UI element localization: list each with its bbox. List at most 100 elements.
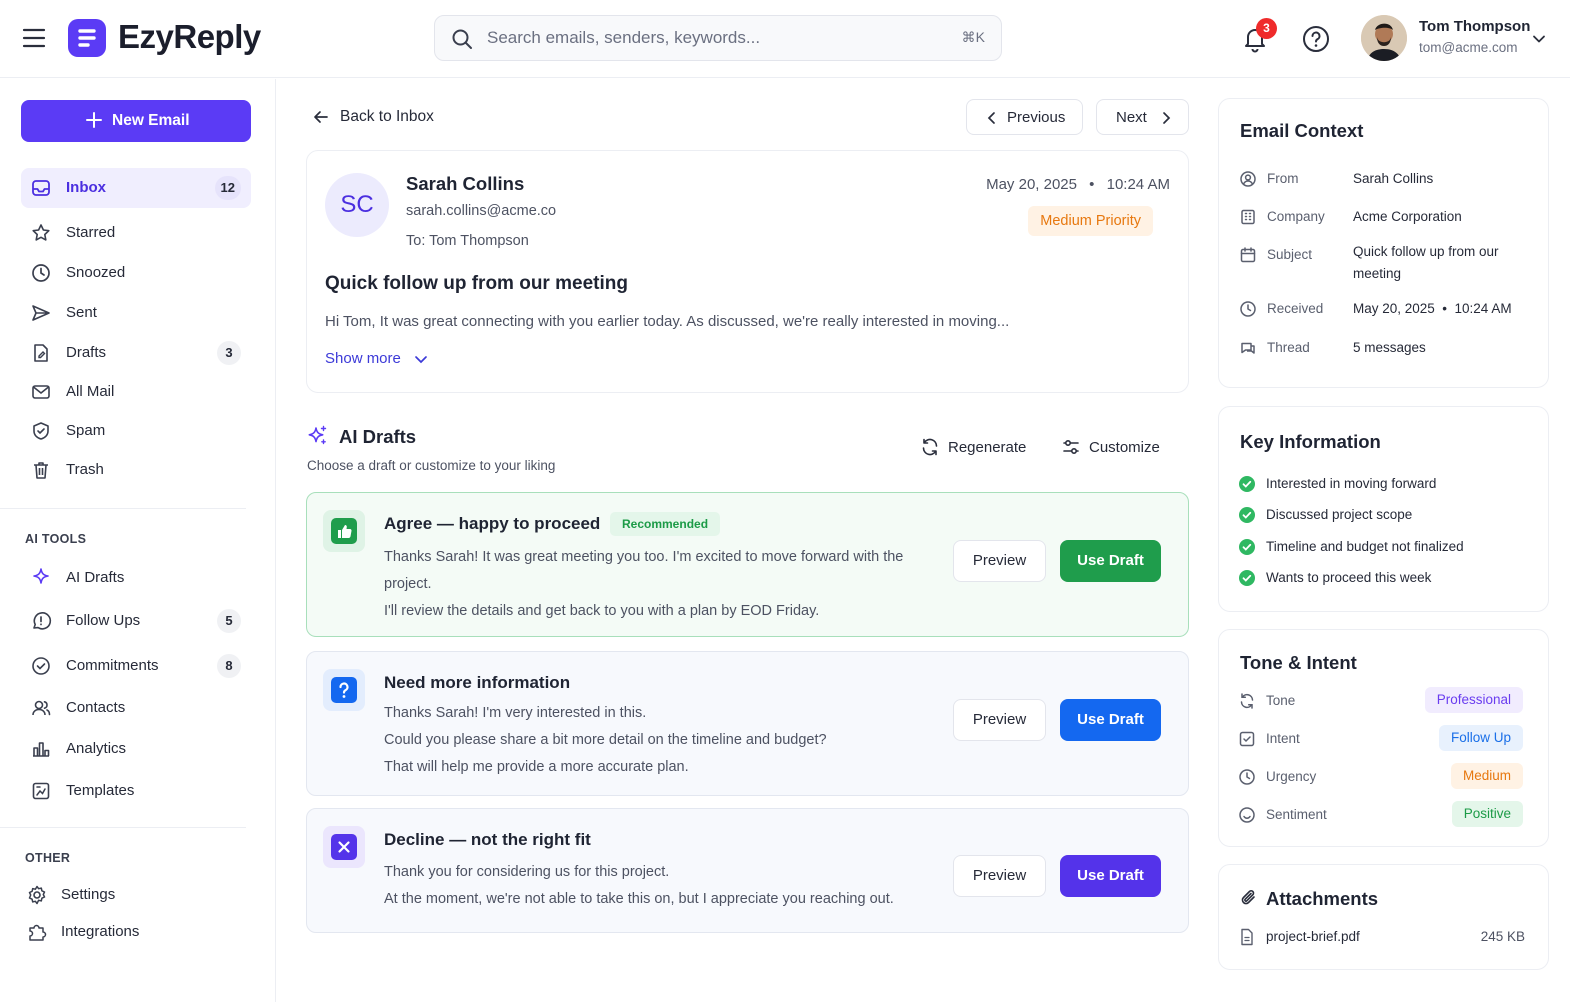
draft-icon-box — [323, 510, 365, 552]
sidebar-item-label: Spam — [66, 422, 106, 439]
smile-icon — [1239, 807, 1255, 823]
tone-intent-card: Tone & Intent Tone Professional Intent F… — [1218, 629, 1549, 847]
sidebar-item-label: All Mail — [66, 383, 115, 400]
top-bar: EzyReply ⌘K 3 Tom Thompson tom@acme.com — [0, 0, 1570, 78]
draft-card-decline[interactable]: Decline — not the right fit Thank you fo… — [306, 808, 1189, 933]
attachment-item[interactable]: project-brief.pdf 245 KB — [1219, 925, 1550, 953]
email-card: SC Sarah Collins sarah.collins@acme.co T… — [306, 150, 1189, 393]
sparkle-icon — [33, 568, 49, 584]
sidebar-item-integrations[interactable]: Integrations — [21, 912, 251, 952]
refresh-icon — [922, 438, 938, 456]
chevron-down-icon[interactable] — [1530, 30, 1548, 48]
sender-email: sarah.collins@acme.co — [406, 203, 557, 219]
clock-icon — [1239, 769, 1255, 785]
question-icon — [331, 677, 357, 703]
section-label-ai-tools: AI TOOLS — [25, 532, 87, 546]
sidebar-item-ai-drafts[interactable]: AI Drafts — [21, 558, 251, 598]
regenerate-button[interactable]: Regenerate — [920, 436, 1030, 460]
new-email-button[interactable]: New Email — [21, 100, 251, 142]
preview-button[interactable]: Preview — [953, 855, 1046, 897]
sidebar-item-commitments[interactable]: Commitments 8 — [21, 646, 251, 686]
tone-key: Tone — [1266, 693, 1296, 708]
draft-icon — [34, 344, 48, 362]
next-button[interactable]: Next — [1096, 99, 1189, 135]
next-label: Next — [1116, 109, 1147, 126]
check-circle-icon — [32, 657, 50, 675]
card-title: Email Context — [1240, 120, 1364, 141]
file-icon — [1241, 928, 1253, 946]
search-input[interactable] — [487, 16, 927, 60]
follow-up-icon — [33, 612, 52, 630]
sidebar-item-snoozed[interactable]: Snoozed — [21, 253, 251, 293]
clock-icon — [1240, 301, 1256, 317]
sidebar-item-analytics[interactable]: Analytics — [21, 729, 251, 769]
draft-line: Thanks Sarah! It was great meeting you t… — [384, 549, 904, 565]
sidebar-item-all-mail[interactable]: All Mail — [21, 372, 251, 412]
email-time: 10:24 AM — [1106, 176, 1170, 193]
show-more-link[interactable]: Show more — [325, 350, 427, 367]
sidebar-item-inbox[interactable]: Inbox 12 — [21, 168, 251, 208]
use-draft-button[interactable]: Use Draft — [1060, 699, 1161, 741]
draft-card-agree[interactable]: Agree — happy to proceed Recommended Tha… — [306, 492, 1189, 637]
sidebar-item-drafts[interactable]: Drafts 3 — [21, 333, 251, 373]
email-context-card: Email Context From Sarah Collins Company… — [1218, 98, 1549, 388]
sidebar-item-contacts[interactable]: Contacts — [21, 688, 251, 728]
plus-icon — [86, 112, 102, 128]
key-info-text: Wants to proceed this week — [1266, 570, 1432, 585]
draft-card-more-info[interactable]: Need more information Thanks Sarah! I'm … — [306, 651, 1189, 796]
sidebar-item-trash[interactable]: Trash — [21, 450, 251, 490]
search-shortcut: ⌘K — [961, 29, 985, 45]
chevron-down-icon — [415, 356, 427, 364]
app-name: EzyReply — [118, 18, 261, 55]
customize-button[interactable]: Customize — [1061, 436, 1165, 460]
sidebar-item-label: Trash — [66, 461, 104, 478]
preview-button[interactable]: Preview — [953, 699, 1046, 741]
draft-line: Thanks Sarah! I'm very interested in thi… — [384, 705, 647, 721]
sidebar-item-label: Inbox — [66, 179, 106, 196]
card-title: Tone & Intent — [1240, 652, 1357, 673]
sidebar-item-spam[interactable]: Spam — [21, 411, 251, 451]
sparkle-icon — [308, 425, 327, 445]
card-title: Attachments — [1266, 888, 1379, 909]
draft-title: Need more information — [384, 673, 571, 692]
notification-badge: 3 — [1256, 18, 1277, 39]
use-draft-button[interactable]: Use Draft — [1060, 540, 1161, 582]
star-icon — [32, 224, 50, 241]
sidebar-item-starred[interactable]: Starred — [21, 213, 251, 253]
check-icon — [1239, 476, 1255, 492]
tone-key: Intent — [1266, 731, 1300, 746]
refresh-icon — [1240, 693, 1254, 709]
recipient-line: To: Tom Thompson — [406, 233, 529, 249]
context-value: Sarah Collins — [1353, 171, 1434, 186]
key-info-text: Interested in moving forward — [1266, 476, 1437, 491]
use-draft-button[interactable]: Use Draft — [1060, 855, 1161, 897]
check-icon — [1239, 570, 1255, 586]
draft-line: At the moment, we're not able to take th… — [384, 891, 894, 907]
help-icon[interactable] — [1301, 24, 1331, 54]
back-label: Back to Inbox — [340, 108, 434, 125]
draft-title: Decline — not the right fit — [384, 830, 591, 849]
menu-icon[interactable] — [22, 27, 46, 49]
previous-button[interactable]: Previous — [966, 99, 1083, 135]
separator-dot: • — [1089, 176, 1095, 193]
sidebar-item-sent[interactable]: Sent — [21, 293, 251, 333]
sidebar-item-label: Sent — [66, 304, 97, 321]
sidebar-item-label: Integrations — [61, 923, 140, 940]
sidebar-item-settings[interactable]: Settings — [21, 875, 251, 915]
preview-button[interactable]: Preview — [953, 540, 1046, 582]
tone-pill: Professional — [1424, 687, 1523, 713]
avatar[interactable] — [1361, 15, 1407, 61]
draft-title: Agree — happy to proceed — [384, 514, 601, 533]
sender-name: Sarah Collins — [406, 173, 525, 194]
context-value: May 20, 2025 • 10:24 AM — [1353, 301, 1512, 316]
mail-icon — [32, 385, 50, 399]
user-circle-icon — [1240, 171, 1256, 187]
close-icon — [331, 834, 357, 860]
draft-line: That will help me provide a more accurat… — [384, 759, 689, 775]
attachments-card: Attachments project-brief.pdf 245 KB — [1218, 864, 1549, 970]
sidebar-item-templates[interactable]: Templates — [21, 771, 251, 811]
sidebar-item-follow-ups[interactable]: Follow Ups 5 — [21, 601, 251, 641]
search-bar[interactable]: ⌘K — [434, 15, 1002, 61]
key-info-text: Discussed project scope — [1266, 507, 1413, 522]
email-datetime: May 20, 2025 • 10:24 AM — [986, 176, 1170, 193]
